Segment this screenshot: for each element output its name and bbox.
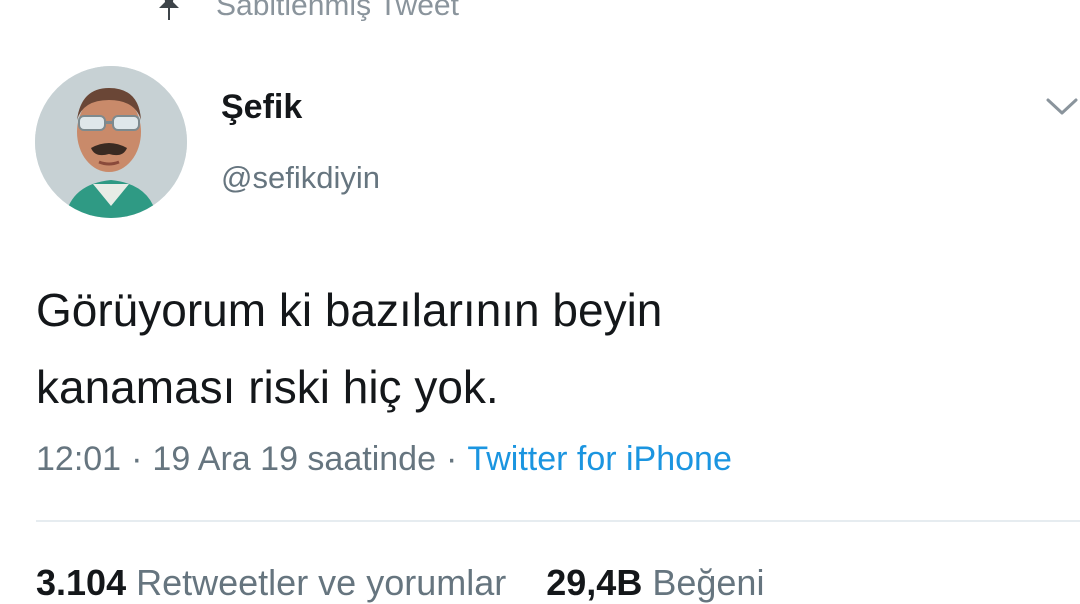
pinned-label: Sabitlenmiş Tweet xyxy=(216,0,459,22)
author-handle[interactable]: @sefikdiyin xyxy=(221,160,380,196)
tweet-date[interactable]: 19 Ara 19 saatinde xyxy=(152,440,436,478)
tweet-stats: 3.104 Retweetler ve yorumlar 29,4B Beğen… xyxy=(36,562,764,604)
pin-icon xyxy=(158,0,180,20)
tweet-time[interactable]: 12:01 xyxy=(36,440,121,478)
meta-separator: · xyxy=(445,440,458,478)
tweet-meta: 12:01 · 19 Ara 19 saatinde · Twitter for iPh… xyxy=(36,440,732,479)
divider xyxy=(36,520,1080,522)
author-display-name[interactable]: Şefik xyxy=(221,88,302,127)
pinned-tweet-indicator: Sabitlenmiş Tweet xyxy=(158,0,459,26)
chevron-down-icon[interactable] xyxy=(1044,94,1080,120)
tweet-text-line: kanaması riski hiç yok. xyxy=(36,361,499,413)
avatar[interactable] xyxy=(35,66,187,218)
meta-separator: · xyxy=(131,440,143,478)
tweet-text: Görüyorum ki bazılarının beyin kanaması … xyxy=(36,272,1056,426)
tweet-source-link[interactable]: Twitter for iPhone xyxy=(467,440,732,478)
tweet-text-line: Görüyorum ki bazılarının beyin xyxy=(36,284,663,336)
